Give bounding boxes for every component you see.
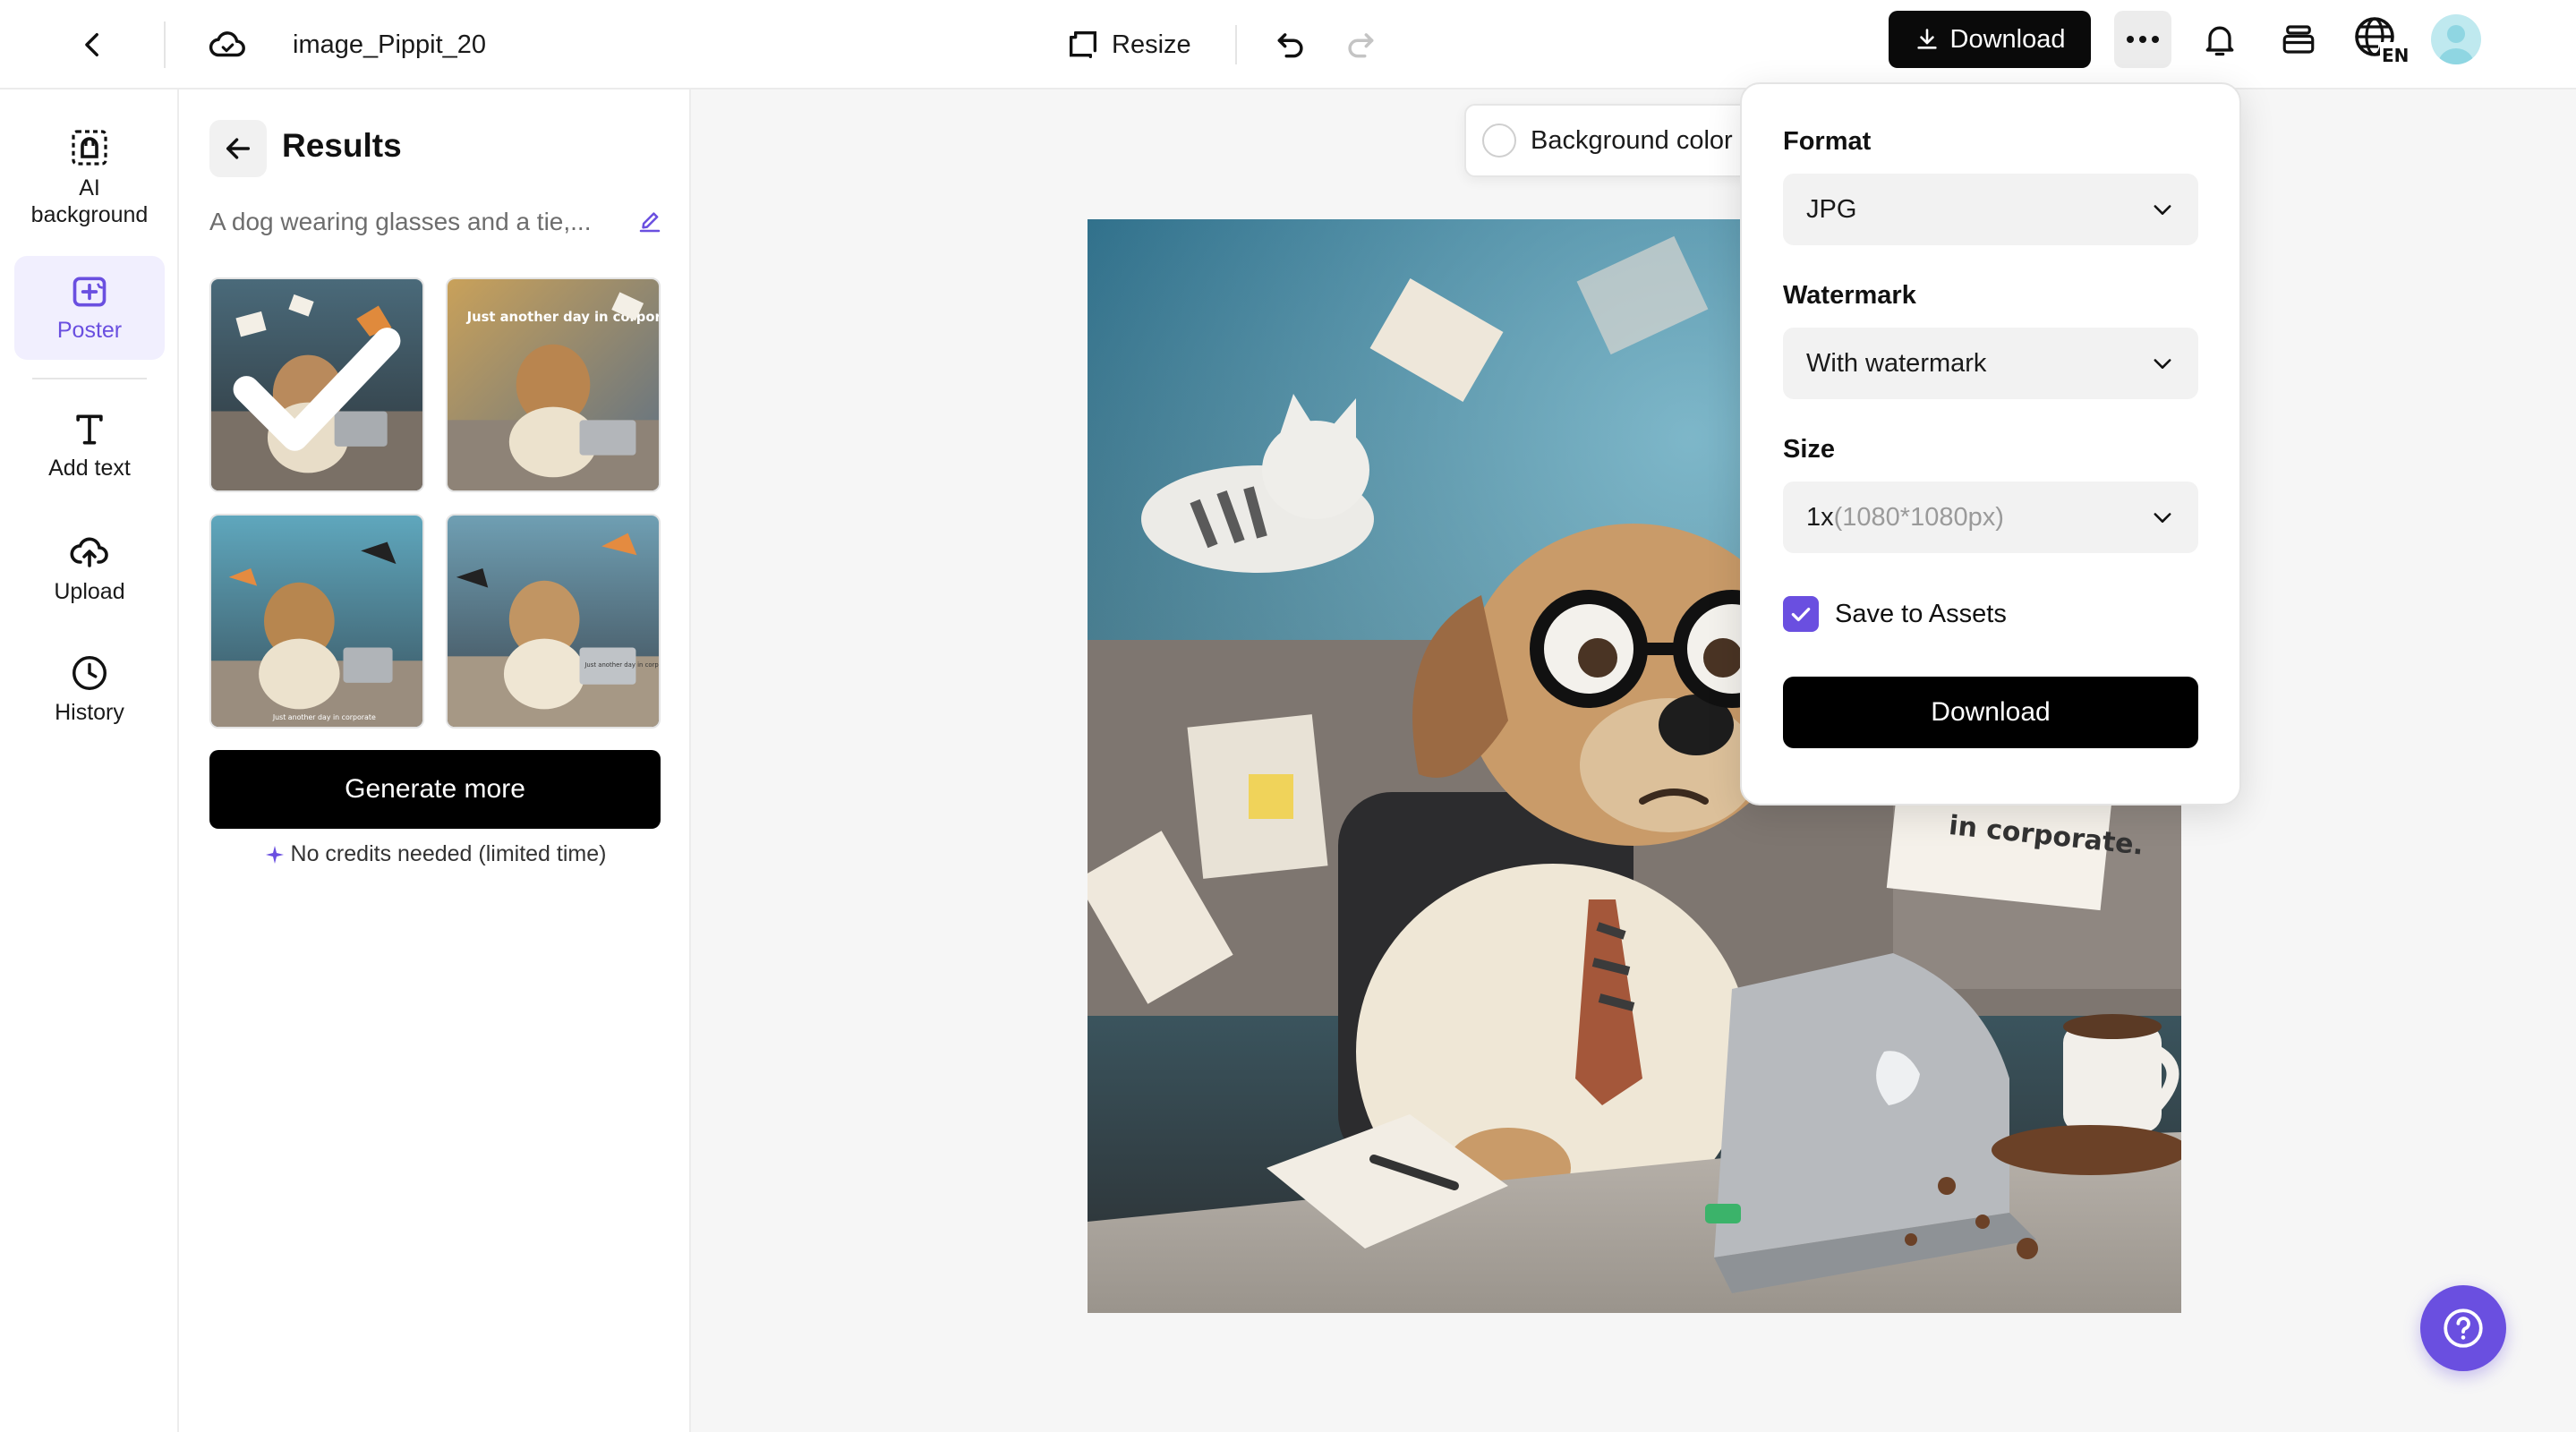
download-settings-popover: Format JPG Watermark With watermark Size… (1740, 82, 2241, 806)
cloud-icon (209, 31, 245, 57)
upload-cloud-icon (70, 537, 108, 567)
results-title: Results (282, 127, 402, 164)
sidebar-item-label: AI background (30, 175, 149, 227)
sidebar-item-label: History (55, 700, 124, 725)
save-to-assets-label: Save to Assets (1835, 599, 2007, 628)
thumbnail-caption: Just another day in corporate (272, 713, 376, 721)
top-bar: image_Pippit_20 Resize Download EN (0, 0, 2576, 90)
help-icon (2444, 1308, 2483, 1348)
globe-en-icon: EN (2355, 17, 2409, 64)
redo-icon (1348, 33, 1374, 58)
cloud-sync-button[interactable] (199, 16, 256, 73)
format-value: JPG (1806, 194, 1857, 224)
results-back-button[interactable] (209, 120, 267, 177)
selected-indicator (211, 279, 422, 490)
size-multiplier: 1x (1806, 502, 1834, 532)
sidebar-item-label: Upload (54, 579, 125, 604)
size-label: Size (1783, 435, 1836, 464)
download-icon (1916, 29, 1937, 49)
result-thumbnail[interactable]: Just another day in corporate (209, 514, 424, 729)
text-icon (76, 414, 103, 445)
download-label: Download (1949, 24, 2066, 54)
sidebar-item-history[interactable]: History (14, 637, 165, 741)
save-to-assets-checkbox[interactable] (1783, 596, 1819, 632)
more-options-button[interactable] (2114, 11, 2171, 68)
checkmark-icon (233, 328, 401, 451)
result-thumbnail[interactable]: Just another day in corporate (446, 514, 661, 729)
chevron-down-icon (2154, 205, 2171, 215)
bell-icon (2205, 26, 2234, 56)
watermark-value: With watermark (1806, 348, 1987, 378)
sidebar-item-label: Add text (48, 456, 131, 481)
credits-text: No credits needed (limited time) (290, 841, 607, 866)
undo-button[interactable] (1262, 16, 1319, 73)
redo-button[interactable] (1332, 16, 1389, 73)
thumbnail-caption: Just another day in corporate (584, 661, 659, 669)
background-color-label: Background color (1531, 125, 1733, 155)
document-title[interactable]: image_Pippit_20 (293, 22, 486, 67)
help-button[interactable] (2420, 1285, 2506, 1371)
resize-icon (1070, 31, 1096, 58)
resize-label: Resize (1112, 30, 1191, 59)
generate-more-button[interactable]: Generate more (209, 750, 661, 829)
chevron-left-icon (85, 32, 98, 57)
sidebar-item-add-text[interactable]: Add text (14, 394, 165, 498)
chevron-down-icon (2154, 359, 2171, 369)
left-tool-rail: AI background Poster Add text Upload His… (0, 90, 179, 1432)
ai-background-icon (72, 130, 107, 166)
save-to-assets-row[interactable]: Save to Assets (1783, 596, 2007, 632)
poster-icon (73, 277, 107, 307)
prompt-row: A dog wearing glasses and a tie,... (209, 206, 666, 238)
more-horizontal-icon (2127, 36, 2159, 43)
rail-divider (32, 378, 147, 379)
prompt-text: A dog wearing glasses and a tie,... (209, 208, 592, 235)
pencil-icon (639, 212, 661, 233)
chevron-down-icon (2154, 513, 2171, 523)
avatar-icon (2438, 25, 2474, 64)
language-button[interactable]: EN (2349, 11, 2413, 68)
size-select[interactable]: 1x(1080*1080px) (1783, 482, 2198, 553)
svg-text:EN: EN (2382, 45, 2409, 64)
sidebar-item-upload[interactable]: Upload (14, 516, 165, 619)
watermark-select[interactable]: With watermark (1783, 328, 2198, 399)
resize-button[interactable]: Resize (1065, 16, 1191, 73)
credits-note: No credits needed (limited time) (209, 841, 661, 867)
size-value: 1x(1080*1080px) (1806, 503, 2004, 533)
notifications-button[interactable] (2191, 11, 2248, 68)
thumbnail-image: Just another day in corporate (448, 279, 659, 490)
result-thumbnail[interactable] (209, 277, 424, 492)
download-button[interactable]: Download (1889, 11, 2091, 68)
divider (1235, 25, 1237, 64)
sidebar-item-ai-background[interactable]: AI background (14, 115, 165, 240)
watermark-label: Watermark (1783, 281, 1916, 310)
edit-prompt-button[interactable] (634, 206, 666, 238)
format-select[interactable]: JPG (1783, 174, 2198, 245)
arrow-left-icon (226, 138, 251, 159)
undo-icon (1277, 33, 1303, 58)
divider (164, 21, 166, 68)
result-thumbnail[interactable]: Just another day in corporate (446, 277, 661, 492)
checkmark-icon (1791, 607, 1811, 622)
layers-icon (2282, 25, 2315, 54)
size-dimensions: (1080*1080px) (1833, 502, 2004, 532)
results-panel: Results A dog wearing glasses and a tie,… (179, 90, 691, 1432)
sidebar-item-poster[interactable]: Poster (14, 256, 165, 360)
thumbnail-image: Just another day in corporate (448, 516, 659, 727)
sidebar-item-label: Poster (56, 318, 123, 343)
thumbnail-image: Just another day in corporate (211, 516, 422, 727)
sparkle-icon (265, 845, 284, 864)
color-swatch (1482, 124, 1516, 158)
clock-icon (73, 656, 107, 690)
back-button[interactable] (64, 16, 122, 73)
background-color-button[interactable]: Background color (1464, 104, 1769, 177)
format-label: Format (1783, 127, 1872, 156)
assets-button[interactable] (2270, 11, 2327, 68)
user-avatar[interactable] (2431, 14, 2481, 64)
confirm-download-button[interactable]: Download (1783, 677, 2198, 748)
